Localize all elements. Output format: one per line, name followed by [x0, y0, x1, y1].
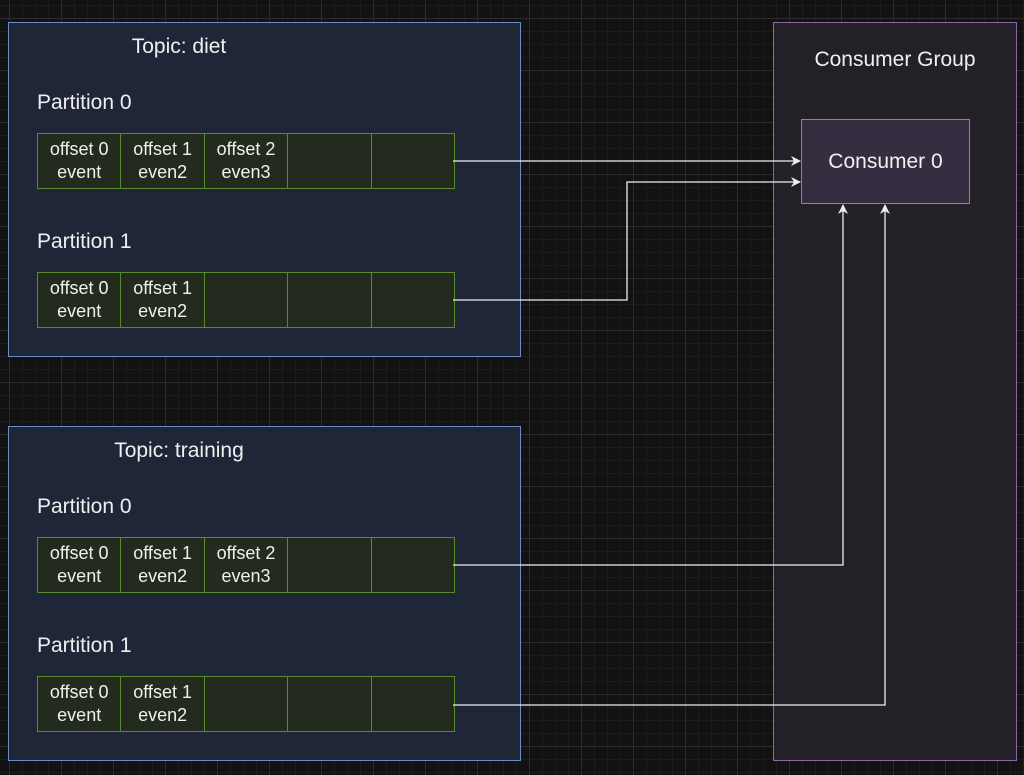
arrow-training-p0 — [453, 204, 848, 566]
arrow-training-p1 — [453, 204, 890, 706]
connector-arrows — [453, 156, 890, 706]
arrow-diet-p1 — [453, 177, 801, 301]
